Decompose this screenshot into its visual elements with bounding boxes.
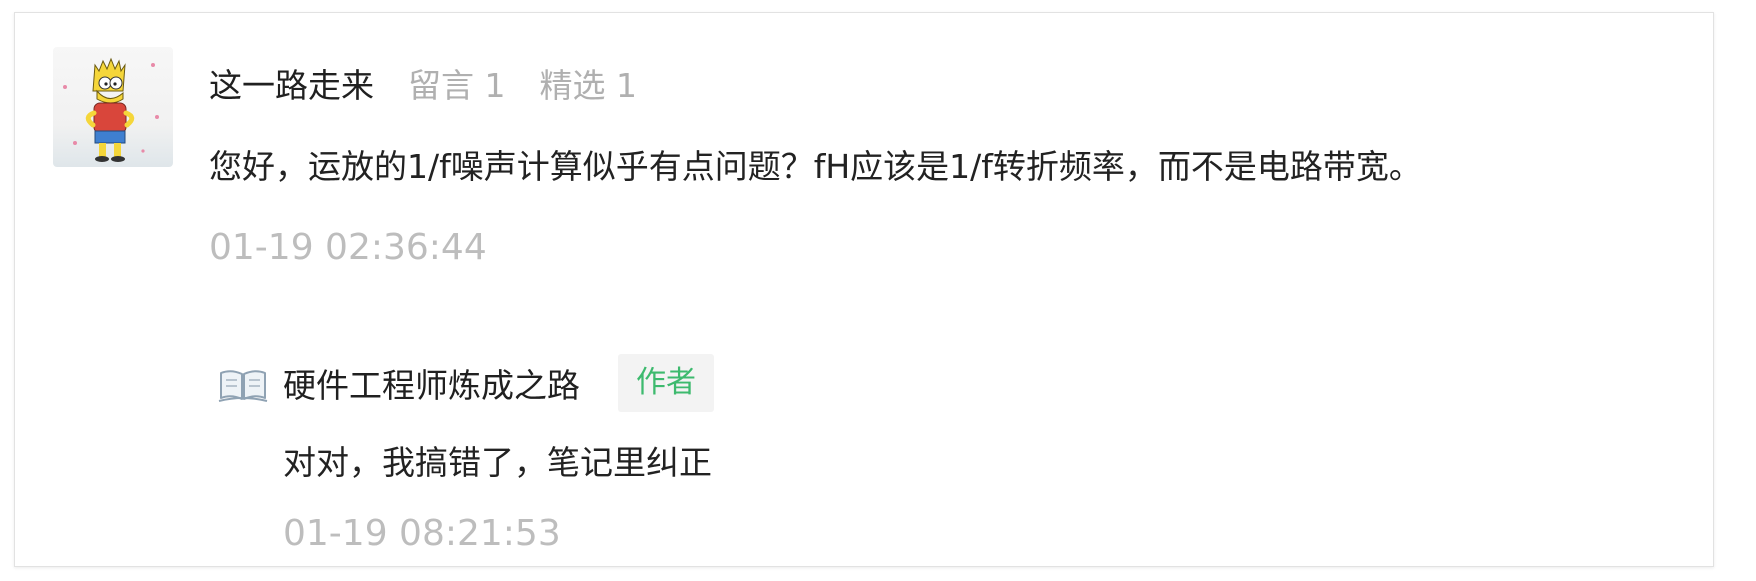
comment-timestamp: 01-19 02:36:44 (209, 227, 487, 268)
reply-author-name[interactable]: 硬件工程师炼成之路 (283, 359, 580, 407)
user-avatar[interactable] (53, 47, 173, 167)
reply-timestamp: 01-19 08:21:53 (283, 513, 561, 554)
reply-header: 硬件工程师炼成之路 作者 (283, 353, 714, 413)
author-badge: 作者 (618, 354, 714, 412)
featured-count: 精选 1 (539, 66, 638, 105)
cartoon-avatar-icon (63, 57, 159, 162)
open-book-icon (217, 365, 269, 405)
comment-header: 这一路走来 留言 1 精选 1 (209, 53, 637, 113)
message-count: 留言 1 (408, 66, 506, 105)
reply-text: 对对，我搞错了，笔记里纠正 (283, 443, 712, 482)
comment-text: 您好，运放的1/f噪声计算似乎有点问题？fH应该是1/f转折频率，而不是电路带宽… (209, 147, 1422, 186)
commenter-name[interactable]: 这一路走来 (209, 59, 374, 107)
comment-card: 这一路走来 留言 1 精选 1 您好，运放的1/f噪声计算似乎有点问题？fH应该… (14, 12, 1714, 567)
